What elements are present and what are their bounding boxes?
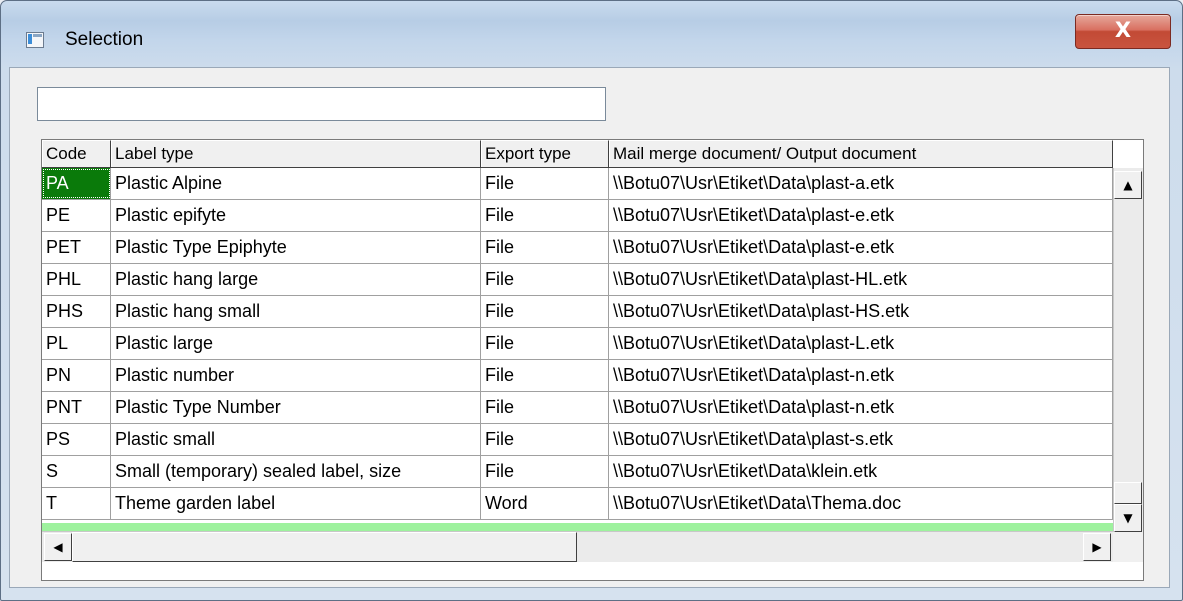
table-row[interactable]: PET Plastic Type Epiphyte File \\Botu07\Usr… bbox=[42, 232, 1113, 264]
cell-label-type[interactable]: Plastic Type Number bbox=[111, 392, 481, 423]
cell-label-type[interactable]: Plastic Type Epiphyte bbox=[111, 232, 481, 263]
cell-label-type[interactable]: Plastic epifyte bbox=[111, 200, 481, 231]
cell-export-type[interactable]: File bbox=[481, 456, 609, 487]
cell-label-type[interactable]: Plastic small bbox=[111, 424, 481, 455]
column-header-document[interactable]: Mail merge document/ Output document bbox=[609, 140, 1113, 167]
cell-export-type[interactable]: File bbox=[481, 360, 609, 391]
cell-code[interactable]: T bbox=[42, 488, 111, 519]
cell-document[interactable]: \\Botu07\Usr\Etiket\Data\plast-n.etk bbox=[609, 392, 1113, 423]
vertical-scrollbar[interactable]: ▲ ▼ bbox=[1113, 168, 1143, 532]
horizontal-scrollbar[interactable]: ◀ ▶ bbox=[42, 531, 1113, 562]
cell-document[interactable]: \\Botu07\Usr\Etiket\Data\plast-a.etk bbox=[609, 168, 1113, 199]
cell-export-type[interactable]: File bbox=[481, 200, 609, 231]
table-row[interactable]: PE Plastic epifyte File \\Botu07\Usr\Etiket… bbox=[42, 200, 1113, 232]
cell-label-type[interactable]: Theme garden label bbox=[111, 488, 481, 519]
cell-code[interactable]: PET bbox=[42, 232, 111, 263]
table-row[interactable]: T Theme garden label Word \\Botu07\Usr\Etik… bbox=[42, 488, 1113, 520]
scroll-right-button[interactable]: ▶ bbox=[1083, 533, 1111, 561]
scrollbar-corner bbox=[1113, 532, 1143, 562]
column-header-label-type[interactable]: Label type bbox=[111, 140, 481, 167]
cell-document[interactable]: \\Botu07\Usr\Etiket\Data\plast-HL.etk bbox=[609, 264, 1113, 295]
table-row[interactable]: PS Plastic small File \\Botu07\Usr\Etiket\D… bbox=[42, 424, 1113, 456]
title-bar[interactable]: Selection X bbox=[1, 1, 1182, 67]
scroll-up-button[interactable]: ▲ bbox=[1114, 171, 1142, 199]
label-type-grid: Code Label type Export type Mail merge d… bbox=[41, 139, 1144, 581]
cell-document[interactable]: \\Botu07\Usr\Etiket\Data\plast-e.etk bbox=[609, 200, 1113, 231]
new-row-indicator[interactable] bbox=[42, 523, 1113, 531]
cell-label-type[interactable]: Plastic number bbox=[111, 360, 481, 391]
column-header-code[interactable]: Code bbox=[42, 140, 111, 167]
scroll-down-button[interactable]: ▼ bbox=[1114, 504, 1142, 532]
cell-document[interactable]: \\Botu07\Usr\Etiket\Data\plast-s.etk bbox=[609, 424, 1113, 455]
column-header-export-type[interactable]: Export type bbox=[481, 140, 609, 167]
window-title: Selection bbox=[65, 29, 144, 50]
cell-label-type[interactable]: Plastic hang large bbox=[111, 264, 481, 295]
cell-code[interactable]: PA bbox=[42, 168, 111, 199]
cell-label-type[interactable]: Small (temporary) sealed label, size bbox=[111, 456, 481, 487]
scroll-left-button[interactable]: ◀ bbox=[44, 533, 72, 561]
cell-document[interactable]: \\Botu07\Usr\Etiket\Data\plast-n.etk bbox=[609, 360, 1113, 391]
cell-code[interactable]: S bbox=[42, 456, 111, 487]
table-row[interactable]: PL Plastic large File \\Botu07\Usr\Etiket\D… bbox=[42, 328, 1113, 360]
cell-label-type[interactable]: Plastic Alpine bbox=[111, 168, 481, 199]
cell-export-type[interactable]: File bbox=[481, 232, 609, 263]
cell-document[interactable]: \\Botu07\Usr\Etiket\Data\klein.etk bbox=[609, 456, 1113, 487]
horizontal-scroll-thumb[interactable] bbox=[72, 532, 577, 562]
close-button[interactable]: X bbox=[1075, 14, 1171, 49]
cell-code[interactable]: PE bbox=[42, 200, 111, 231]
cell-export-type[interactable]: File bbox=[481, 264, 609, 295]
table-row[interactable]: S Small (temporary) sealed label, size Fil… bbox=[42, 456, 1113, 488]
cell-code[interactable]: PNT bbox=[42, 392, 111, 423]
app-icon bbox=[26, 32, 44, 48]
grid-header: Code Label type Export type Mail merge d… bbox=[42, 140, 1113, 168]
grid-rows: PA Plastic Alpine File \\Botu07\Usr\Etiket\… bbox=[42, 168, 1113, 520]
cell-export-type[interactable]: File bbox=[481, 392, 609, 423]
cell-document[interactable]: \\Botu07\Usr\Etiket\Data\plast-HS.etk bbox=[609, 296, 1113, 327]
cell-code[interactable]: PN bbox=[42, 360, 111, 391]
cell-code[interactable]: PL bbox=[42, 328, 111, 359]
cell-document[interactable]: \\Botu07\Usr\Etiket\Data\Thema.doc bbox=[609, 488, 1113, 519]
table-row[interactable]: PNT Plastic Type Number File \\Botu07\Usr\E… bbox=[42, 392, 1113, 424]
table-row[interactable]: PHS Plastic hang small File \\Botu07\Usr\Et… bbox=[42, 296, 1113, 328]
vertical-scroll-thumb[interactable] bbox=[1114, 482, 1142, 504]
cell-document[interactable]: \\Botu07\Usr\Etiket\Data\plast-e.etk bbox=[609, 232, 1113, 263]
cell-export-type[interactable]: File bbox=[481, 328, 609, 359]
cell-code[interactable]: PHS bbox=[42, 296, 111, 327]
search-input[interactable] bbox=[37, 87, 606, 121]
selection-window: Selection X Code Label type Export type … bbox=[0, 0, 1183, 601]
cell-code[interactable]: PHL bbox=[42, 264, 111, 295]
dialog-body: Code Label type Export type Mail merge d… bbox=[9, 67, 1170, 588]
cell-code[interactable]: PS bbox=[42, 424, 111, 455]
cell-export-type[interactable]: File bbox=[481, 424, 609, 455]
cell-label-type[interactable]: Plastic hang small bbox=[111, 296, 481, 327]
cell-document[interactable]: \\Botu07\Usr\Etiket\Data\plast-L.etk bbox=[609, 328, 1113, 359]
cell-export-type[interactable]: Word bbox=[481, 488, 609, 519]
table-row[interactable]: PN Plastic number File \\Botu07\Usr\Etiket\… bbox=[42, 360, 1113, 392]
table-row[interactable]: PHL Plastic hang large File \\Botu07\Usr\Et… bbox=[42, 264, 1113, 296]
cell-export-type[interactable]: File bbox=[481, 296, 609, 327]
table-row[interactable]: PA Plastic Alpine File \\Botu07\Usr\Etiket\… bbox=[42, 168, 1113, 200]
cell-export-type[interactable]: File bbox=[481, 168, 609, 199]
cell-label-type[interactable]: Plastic large bbox=[111, 328, 481, 359]
